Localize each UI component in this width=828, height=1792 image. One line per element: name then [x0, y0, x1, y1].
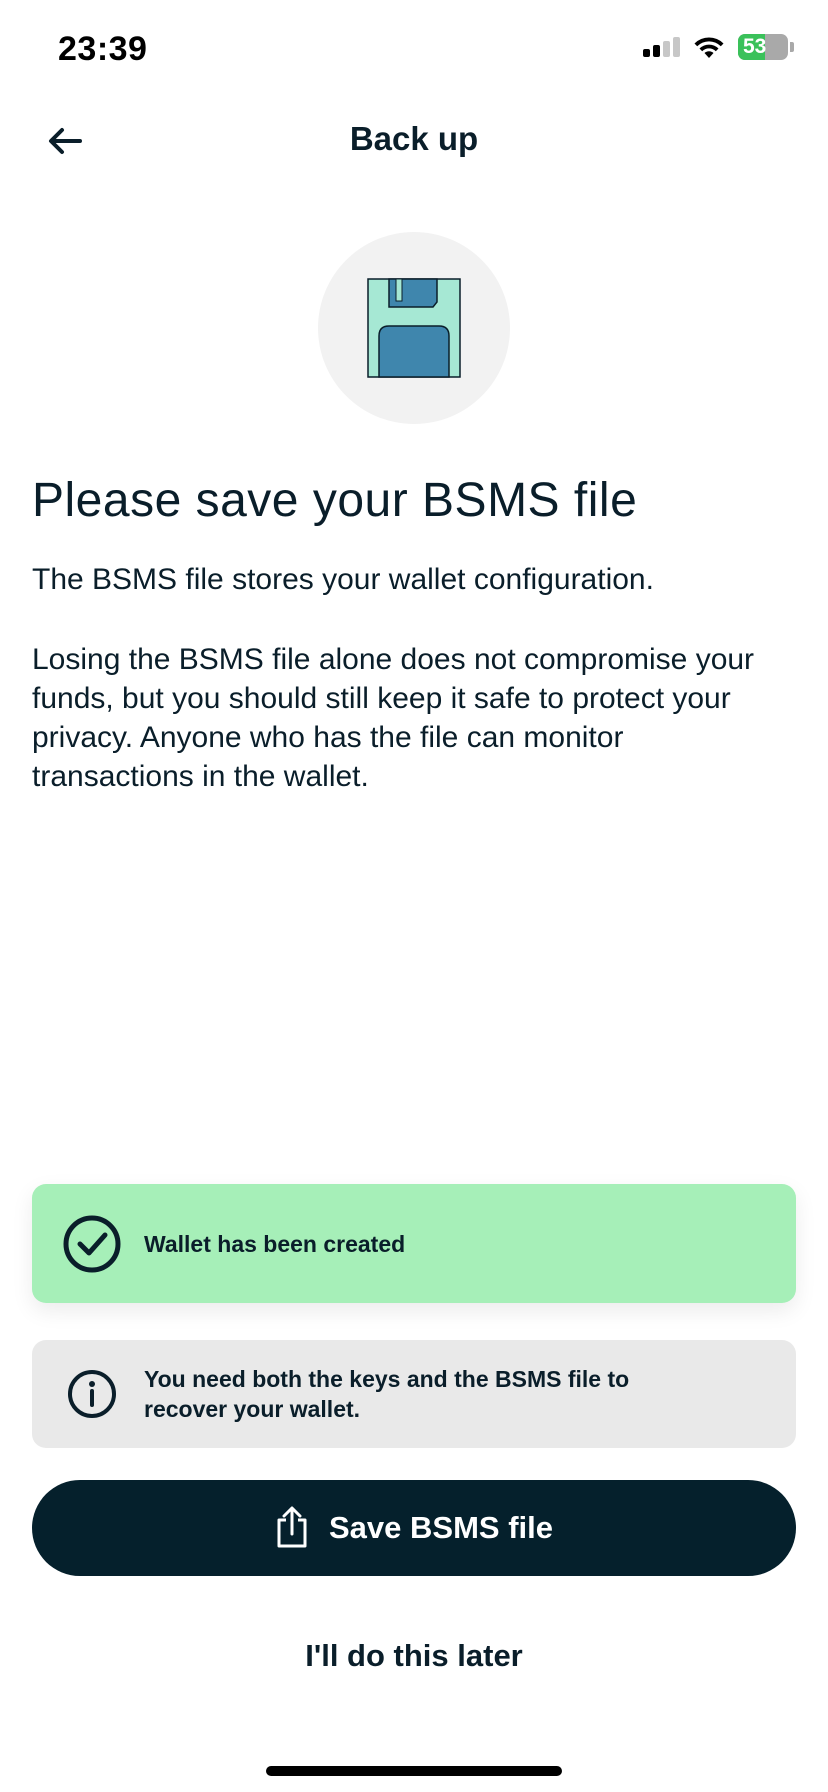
save-bsms-file-button[interactable]: Save BSMS file	[32, 1480, 796, 1576]
status-bar: 23:39 53	[0, 0, 828, 100]
wifi-icon	[694, 37, 724, 58]
check-circle-icon	[63, 1215, 121, 1272]
heading: Please save your BSMS file	[32, 474, 638, 527]
battery-charging-icon: 53	[738, 34, 794, 60]
info-notice-text: You need both the keys and the BSMS file…	[144, 1366, 630, 1422]
info-circle-icon	[68, 1370, 116, 1418]
share-icon	[277, 1506, 307, 1548]
warning-paragraph: Losing the BSMS file alone does not comp…	[32, 643, 755, 793]
success-notice: Wallet has been created	[32, 1184, 796, 1303]
description-paragraph: The BSMS file stores your wallet configu…	[32, 563, 654, 596]
save-button-label: Save BSMS file	[329, 1510, 553, 1545]
success-notice-text: Wallet has been created	[144, 1230, 406, 1257]
do-this-later-button[interactable]: I'll do this later	[0, 1638, 828, 1674]
status-icons: 53	[643, 34, 794, 60]
status-time: 23:39	[58, 30, 148, 68]
page-title: Back up	[349, 120, 479, 157]
navigation-bar: Back up	[0, 100, 828, 180]
hero-illustration	[318, 232, 510, 424]
home-indicator	[266, 1766, 562, 1776]
cellular-signal-icon	[643, 37, 680, 57]
info-notice: You need both the keys and the BSMS file…	[32, 1340, 796, 1448]
floppy-disk-icon	[367, 278, 461, 378]
battery-level: 53	[743, 35, 767, 58]
